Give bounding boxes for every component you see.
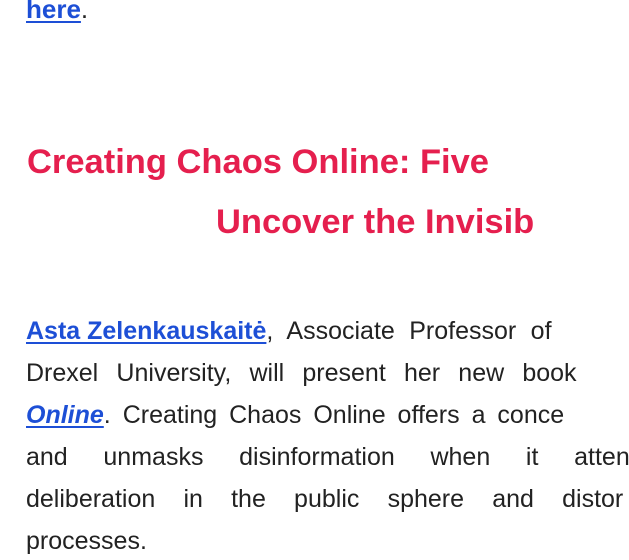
title-line-2: Uncover the Invisib [216,203,535,241]
paragraph-line-5: deliberation in the public sphere and di… [26,485,624,513]
article-paragraph: Asta Zelenkauskaitė, Associate Professor… [26,310,629,560]
paragraph-line-1: Asta Zelenkauskaitė, Associate Professor… [26,310,629,352]
book-link[interactable]: Online [26,401,104,429]
paragraph-line-2: Drexel University, will present her new … [26,359,577,387]
author-link[interactable]: Asta Zelenkauskaitė [26,317,266,345]
paragraph-line-3-text: . Creating Chaos Online offers a conce [103,401,565,429]
paragraph-line-4: and unmasks disinformation when it atten [26,443,629,471]
title-line-1: Creating Chaos Online: Five [27,143,489,181]
paragraph-line-3: Online. Creating Chaos Online offers a c… [26,394,629,436]
intro-fragment: here. [26,0,88,26]
article-title: Creating Chaos Online: Five Uncover the … [0,132,629,252]
book-link-text[interactable]: Online [26,401,104,429]
intro-period: . [80,0,89,24]
here-link[interactable]: here [26,0,81,24]
paragraph-line-6: processes. [26,527,147,555]
paragraph-line-1-text: , Associate Professor of [266,317,552,345]
